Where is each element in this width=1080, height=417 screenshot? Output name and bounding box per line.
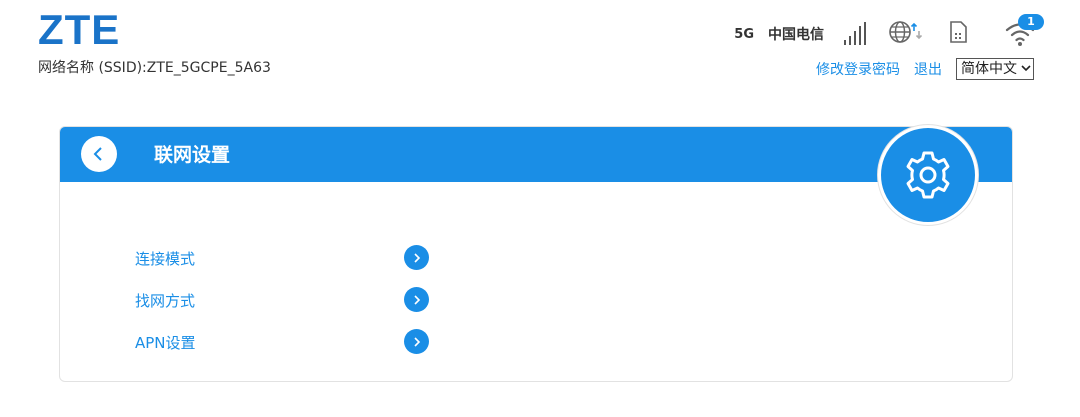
menu-item-connection-mode[interactable]: 连接模式 xyxy=(135,237,435,279)
chevron-right-icon[interactable] xyxy=(404,245,429,270)
menu-item-apn-settings[interactable]: APN设置 xyxy=(135,321,435,363)
ssid-info: 网络名称 (SSID):ZTE_5GCPE_5A63 xyxy=(38,59,271,77)
settings-badge xyxy=(878,125,978,225)
carrier-name: 中国电信 xyxy=(768,27,824,43)
language-select-value: 简体中文 xyxy=(961,61,1017,77)
wifi-client-count-badge: 1 xyxy=(1018,14,1044,30)
chevron-left-icon xyxy=(93,147,102,161)
top-links: 修改登录密码 退出 简体中文 xyxy=(816,58,1034,80)
status-bar: 5G 中国电信 1 xyxy=(734,14,1044,50)
signal-icon xyxy=(844,22,866,45)
ssid-value: ZTE_5GCPE_5A63 xyxy=(146,60,271,76)
router-admin-page: ZTE 网络名称 (SSID):ZTE_5GCPE_5A63 5G 中国电信 1… xyxy=(0,0,1080,417)
language-select[interactable]: 简体中文 xyxy=(956,58,1034,80)
zte-logo: ZTE xyxy=(38,6,121,53)
menu-item-label: 找网方式 xyxy=(135,291,196,310)
network-settings-card: 联网设置 连接模式 找网方式 APN设置 xyxy=(59,125,1013,382)
chevron-right-icon[interactable] xyxy=(404,287,429,312)
change-password-link[interactable]: 修改登录密码 xyxy=(816,59,900,79)
globe-icon xyxy=(888,19,923,49)
chevron-right-icon[interactable] xyxy=(404,329,429,354)
settings-menu: 连接模式 找网方式 APN设置 xyxy=(135,237,435,363)
chevron-down-icon xyxy=(1021,60,1031,78)
back-button[interactable] xyxy=(81,136,117,172)
menu-item-label: 连接模式 xyxy=(135,249,196,268)
card-header: 联网设置 xyxy=(60,127,1012,182)
menu-item-label: APN设置 xyxy=(135,333,196,352)
gear-icon xyxy=(906,151,950,199)
network-type: 5G xyxy=(734,26,754,42)
wifi-status: 1 xyxy=(1004,14,1044,48)
ssid-label: 网络名称 (SSID): xyxy=(38,60,147,76)
menu-item-network-search[interactable]: 找网方式 xyxy=(135,279,435,321)
page-title: 联网设置 xyxy=(154,144,231,166)
sim-icon xyxy=(948,19,968,49)
logout-link[interactable]: 退出 xyxy=(914,59,942,79)
